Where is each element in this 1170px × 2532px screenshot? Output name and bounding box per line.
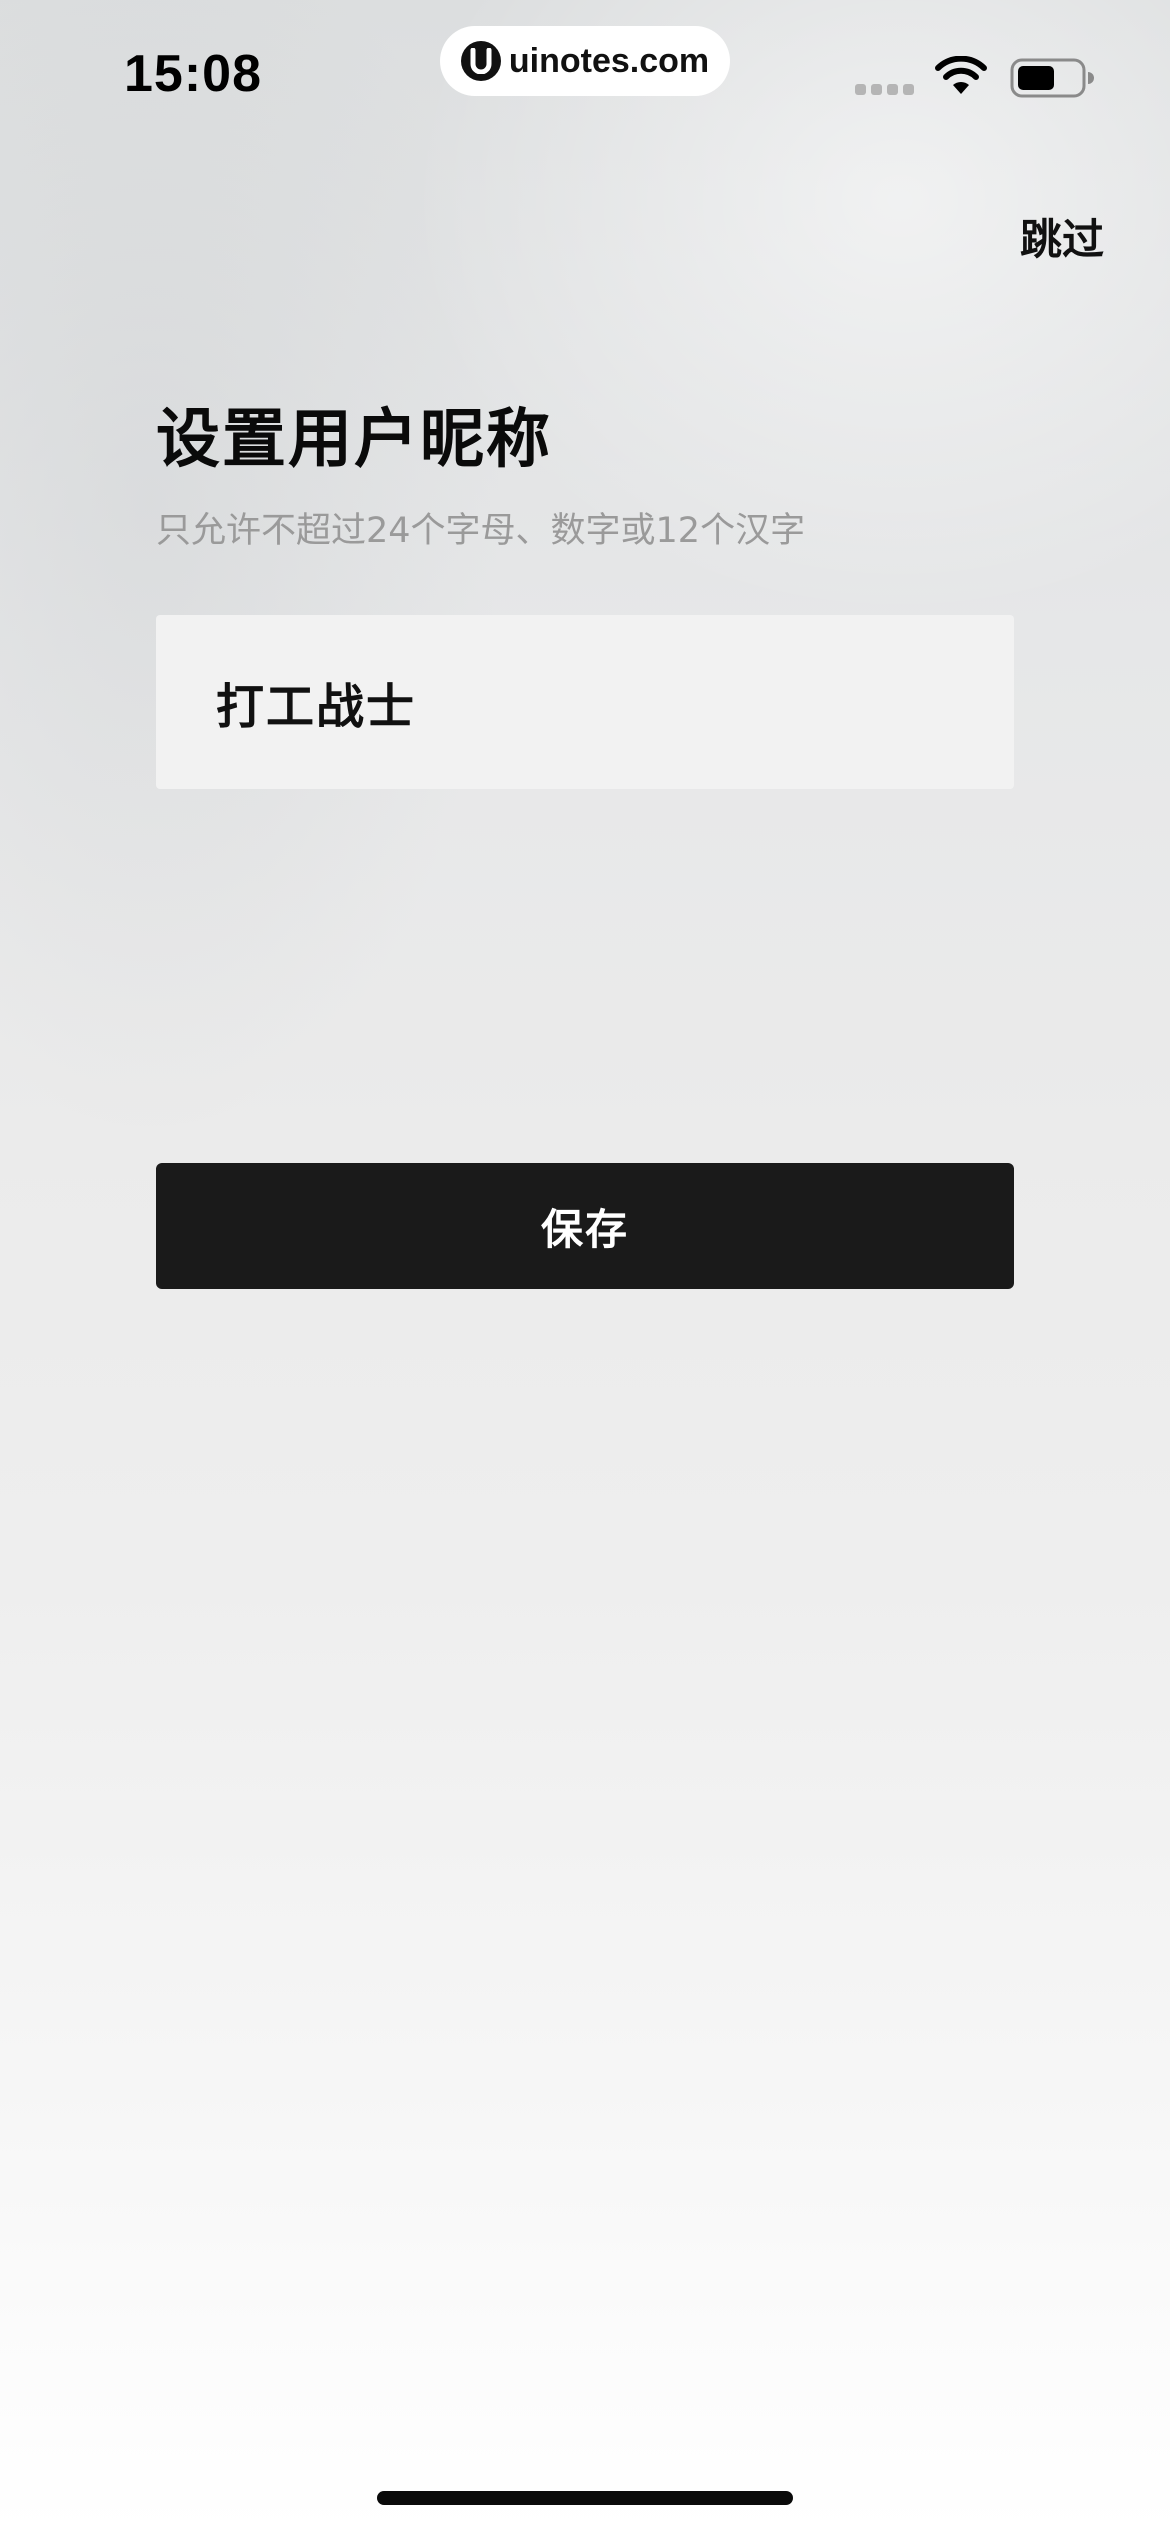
site-logo-icon bbox=[460, 41, 501, 81]
home-indicator[interactable] bbox=[377, 2491, 793, 2505]
url-pill[interactable]: uinotes.com bbox=[440, 26, 730, 96]
page-title: 设置用户昵称 bbox=[156, 403, 552, 477]
wifi-icon bbox=[935, 56, 987, 94]
nickname-hint: 只允许不超过24个字母、数字或12个汉字 bbox=[156, 511, 806, 551]
status-time: 15:08 bbox=[124, 45, 262, 103]
nickname-input[interactable]: 打工战士 bbox=[156, 615, 1014, 789]
url-text: uinotes.com bbox=[508, 41, 710, 80]
skip-button[interactable]: 跳过 bbox=[1020, 206, 1104, 267]
signal-icon bbox=[855, 84, 914, 95]
status-bar: 15:08 uinotes.com bbox=[0, 0, 1170, 150]
nickname-value: 打工战士 bbox=[216, 679, 417, 735]
save-button[interactable]: 保存 bbox=[156, 1163, 1014, 1289]
battery-icon bbox=[1010, 58, 1094, 98]
